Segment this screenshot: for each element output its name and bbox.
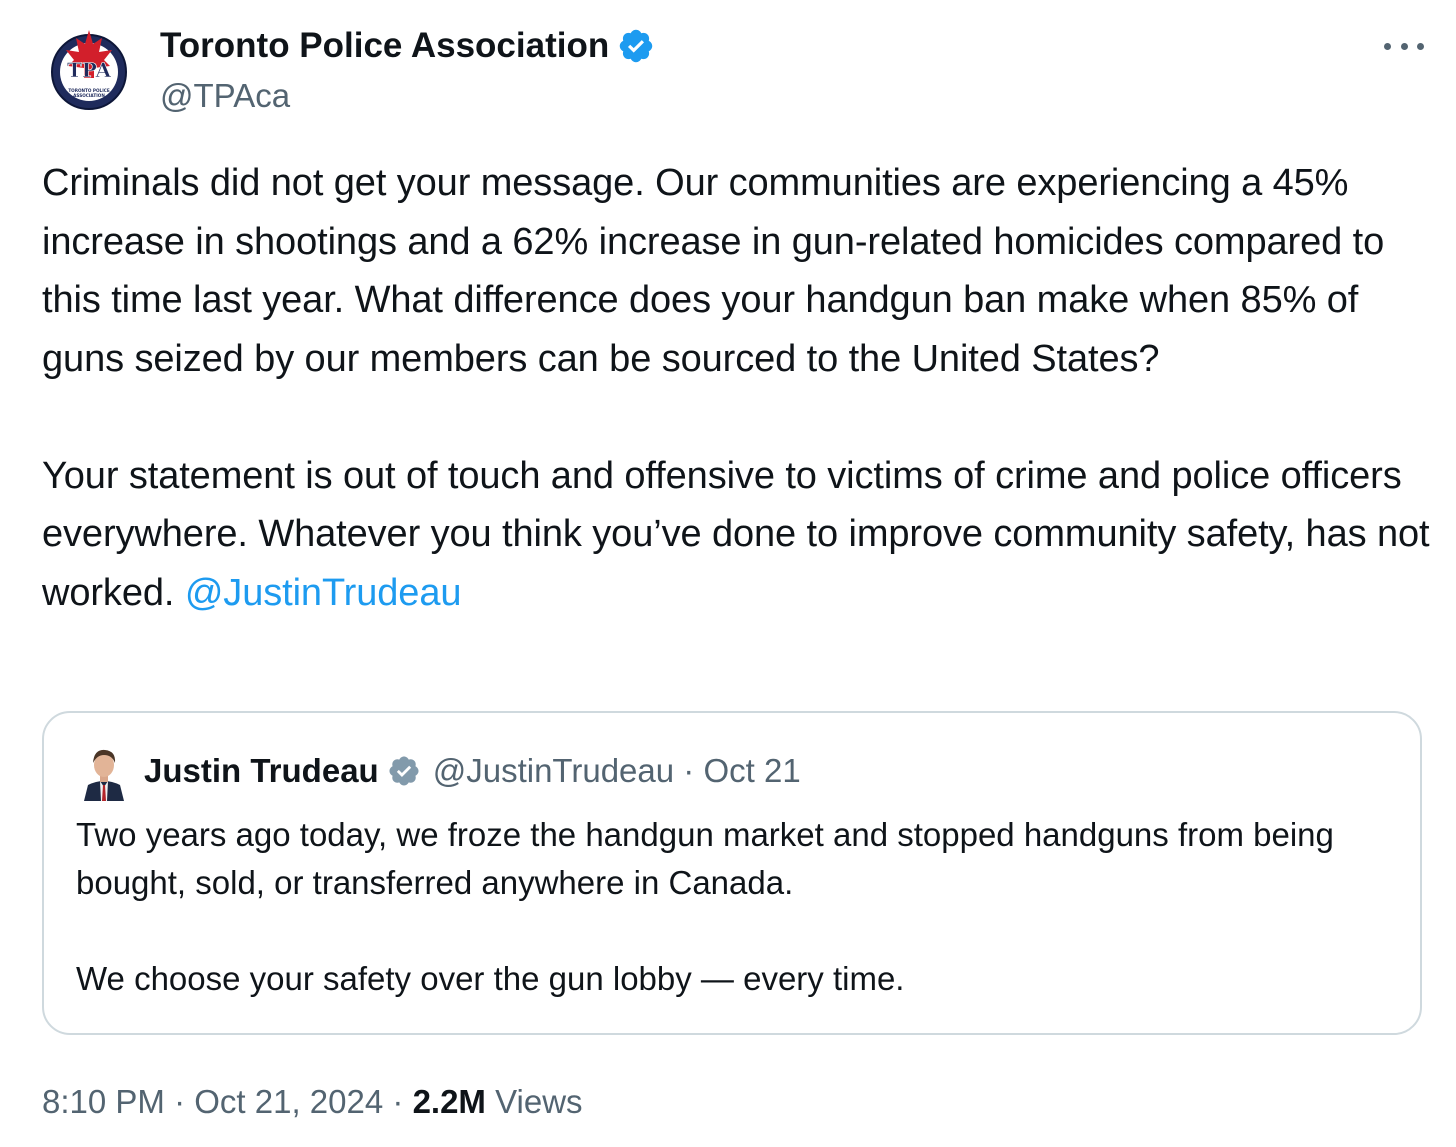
- tweet-paragraph-2: Your statement is out of touch and offen…: [42, 447, 1432, 623]
- quoted-header: Justin Trudeau @JustinTrudeau · Oct 21: [144, 749, 801, 793]
- profile-photo-icon: [78, 743, 130, 801]
- author-name[interactable]: Toronto Police Association: [160, 24, 655, 68]
- tweet-time[interactable]: 8:10 PM: [42, 1083, 165, 1120]
- tweet-paragraph-1: Criminals did not get your message. Our …: [42, 162, 1385, 380]
- more-options-button[interactable]: [1384, 28, 1424, 64]
- svg-text:TPA: TPA: [67, 58, 111, 82]
- verified-badge-gray-icon: [389, 756, 419, 786]
- tweet: TPA TORONTO POLICE ASSOCIATION Toronto P…: [0, 0, 1456, 1147]
- views-label: Views: [495, 1083, 583, 1120]
- quoted-author-name[interactable]: Justin Trudeau: [144, 749, 379, 793]
- svg-text:ASSOCIATION: ASSOCIATION: [73, 93, 105, 98]
- meta-separator: ·: [392, 1083, 404, 1120]
- quoted-text: Two years ago today, we froze the handgu…: [76, 811, 1386, 1003]
- author-name-text[interactable]: Toronto Police Association: [160, 24, 609, 68]
- quoted-paragraph-2: We choose your safety over the gun lobby…: [76, 960, 905, 997]
- quoted-author-handle[interactable]: @JustinTrudeau: [433, 749, 674, 793]
- meta-separator: ·: [174, 1083, 186, 1120]
- more-dot: [1417, 42, 1424, 50]
- quoted-date[interactable]: Oct 21: [703, 749, 800, 793]
- quoted-tweet[interactable]: Justin Trudeau @JustinTrudeau · Oct 21 T…: [42, 711, 1422, 1035]
- views-count: 2.2M: [412, 1083, 486, 1120]
- author-avatar[interactable]: TPA TORONTO POLICE ASSOCIATION: [50, 24, 128, 120]
- author-handle[interactable]: @TPAca: [160, 74, 290, 118]
- tweet-date[interactable]: Oct 21, 2024: [194, 1083, 383, 1120]
- tweet-meta: 8:10 PM · Oct 21, 2024 · 2.2M Views: [42, 1080, 583, 1124]
- quoted-paragraph-1: Two years ago today, we froze the handgu…: [76, 816, 1334, 901]
- quoted-separator-dot: ·: [683, 752, 695, 789]
- verified-badge-icon: [619, 29, 653, 63]
- mention-link[interactable]: @JustinTrudeau: [185, 572, 462, 614]
- quoted-separator: ·: [674, 749, 703, 793]
- quoted-author-avatar[interactable]: [78, 743, 130, 801]
- tpa-logo-icon: TPA TORONTO POLICE ASSOCIATION: [51, 30, 127, 110]
- more-horizontal-icon: [1384, 42, 1391, 50]
- tweet-text: Criminals did not get your message. Our …: [42, 154, 1432, 622]
- more-dot: [1400, 42, 1408, 50]
